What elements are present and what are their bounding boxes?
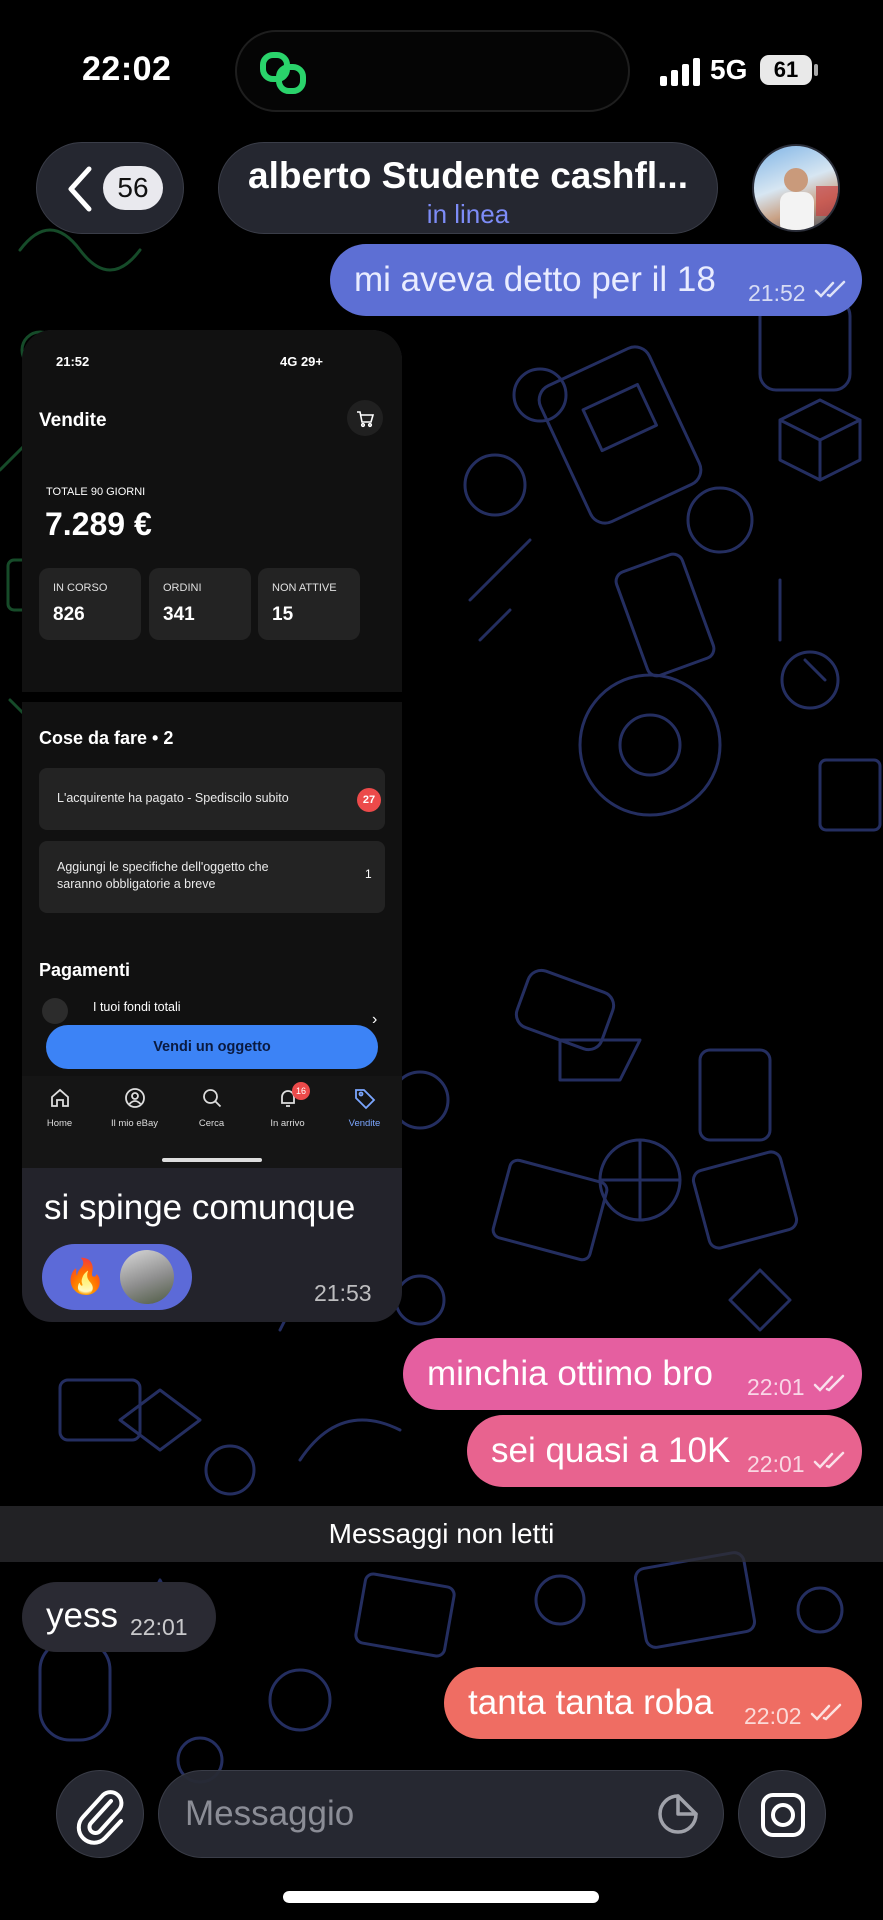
message-time: 22:01 bbox=[747, 1374, 805, 1400]
screenshot-home-indicator bbox=[162, 1158, 262, 1162]
avatar-photo bbox=[780, 168, 838, 230]
ebay-screenshot[interactable]: 21:52 4G 29+ Vendite TOTALE 90 GIORNI 7.… bbox=[22, 330, 402, 1168]
total-value: 7.289 € bbox=[45, 506, 152, 542]
sales-title: Vendite bbox=[39, 410, 107, 431]
bottom-nav: Home Il mio eBay Cerca 16 In arrivo Vend… bbox=[22, 1076, 402, 1168]
todo-badge: 27 bbox=[357, 788, 381, 812]
todo-count: 1 bbox=[365, 867, 372, 881]
total-label: TOTALE 90 GIORNI bbox=[46, 486, 146, 498]
double-check-icon bbox=[810, 1703, 842, 1721]
attach-button[interactable] bbox=[56, 1770, 144, 1858]
home-icon bbox=[50, 1088, 69, 1107]
message-outgoing[interactable]: tanta tanta roba 22:02 bbox=[444, 1667, 862, 1739]
link-app-icon bbox=[260, 52, 306, 94]
message-text: minchia ottimo bro bbox=[427, 1354, 713, 1393]
sell-item-button: Vendi un oggetto bbox=[46, 1025, 378, 1069]
stat-value: 15 bbox=[272, 604, 294, 625]
stat-label: NON ATTIVE bbox=[272, 582, 337, 594]
todo-text: L'acquirente ha pagato - Spediscilo subi… bbox=[57, 791, 289, 805]
nav-label: Il mio eBay bbox=[111, 1118, 158, 1129]
nav-badge: 16 bbox=[292, 1082, 310, 1100]
todo-text: Aggiungi le specifiche dell'oggetto che … bbox=[57, 860, 269, 891]
message-outgoing[interactable]: minchia ottimo bro 22:01 bbox=[403, 1338, 862, 1410]
camera-button[interactable] bbox=[738, 1770, 826, 1858]
message-text: tanta tanta roba bbox=[468, 1683, 714, 1722]
chat-title: alberto Studente cashfl... bbox=[248, 155, 688, 196]
nav-search: Cerca bbox=[174, 1086, 249, 1129]
todo-title: Cose da fare • 2 bbox=[39, 728, 174, 748]
nav-label: In arrivo bbox=[270, 1118, 305, 1129]
message-time: 21:53 bbox=[314, 1280, 372, 1306]
divider bbox=[22, 692, 402, 702]
todo-item: L'acquirente ha pagato - Spediscilo subi… bbox=[39, 768, 385, 830]
stat-value: 826 bbox=[53, 604, 85, 625]
sticker-icon[interactable] bbox=[656, 1792, 700, 1836]
stat-in-progress: IN CORSO 826 bbox=[39, 568, 141, 640]
camera-icon bbox=[761, 1793, 805, 1837]
nav-label: Home bbox=[46, 1118, 73, 1129]
tag-icon bbox=[354, 1089, 375, 1110]
message-time: 22:01 bbox=[747, 1451, 805, 1477]
payments-item: I tuoi fondi totali bbox=[93, 1000, 181, 1014]
double-check-icon bbox=[813, 1374, 845, 1392]
nav-home: Home bbox=[22, 1086, 97, 1129]
nav-my-ebay: Il mio eBay bbox=[97, 1086, 172, 1129]
unread-messages-divider: Messaggi non letti bbox=[0, 1506, 883, 1562]
fire-reaction-icon: 🔥 bbox=[64, 1258, 107, 1296]
status-time: 22:02 bbox=[82, 50, 172, 88]
stat-label: ORDINI bbox=[163, 582, 202, 594]
network-type: 5G bbox=[710, 54, 748, 85]
battery-icon: 61 bbox=[760, 55, 812, 85]
wallet-icon bbox=[42, 998, 68, 1024]
message-text: mi aveva detto per il 18 bbox=[354, 260, 716, 299]
double-check-icon bbox=[814, 280, 846, 298]
reactor-avatar bbox=[120, 1250, 174, 1304]
payments-title: Pagamenti bbox=[39, 960, 131, 980]
home-indicator bbox=[283, 1891, 599, 1903]
message-text: sei quasi a 10K bbox=[491, 1431, 731, 1470]
message-text: si spinge comunque bbox=[44, 1188, 356, 1227]
nav-label: Cerca bbox=[198, 1118, 225, 1129]
search-icon bbox=[202, 1089, 221, 1108]
unread-count-badge: 56 bbox=[103, 166, 163, 210]
message-outgoing[interactable]: mi aveva detto per il 18 21:52 bbox=[330, 244, 862, 316]
message-time: 22:01 bbox=[130, 1614, 188, 1640]
screenshot-status-bar: 21:52 4G 29+ bbox=[22, 330, 402, 380]
stat-label: IN CORSO bbox=[53, 582, 108, 594]
battery-tip bbox=[814, 64, 818, 76]
message-input[interactable] bbox=[158, 1770, 724, 1858]
nav-label: Vendite bbox=[348, 1118, 381, 1129]
screenshot-network: 4G 29+ bbox=[280, 354, 324, 369]
dynamic-island bbox=[235, 30, 630, 112]
message-text: yess bbox=[46, 1596, 118, 1635]
todo-item: Aggiungi le specifiche dell'oggetto che … bbox=[39, 841, 385, 913]
stat-inactive: NON ATTIVE 15 bbox=[258, 568, 360, 640]
message-outgoing[interactable]: sei quasi a 10K 22:01 bbox=[467, 1415, 862, 1487]
message-time: 21:52 bbox=[748, 280, 806, 306]
message-incoming-media[interactable]: 21:52 4G 29+ Vendite TOTALE 90 GIORNI 7.… bbox=[22, 330, 402, 1322]
contact-avatar[interactable] bbox=[752, 144, 840, 232]
chat-status: in linea bbox=[426, 199, 510, 229]
chevron-right-icon: › bbox=[372, 1011, 378, 1028]
back-button[interactable]: 56 bbox=[36, 142, 184, 234]
nav-inbox: 16 In arrivo bbox=[250, 1082, 325, 1129]
stat-value: 341 bbox=[163, 604, 195, 625]
stat-orders: ORDINI 341 bbox=[149, 568, 251, 640]
chat-header[interactable]: alberto Studente cashfl... in linea bbox=[218, 142, 718, 234]
attach-icon bbox=[76, 1790, 124, 1845]
reaction-pill[interactable]: 🔥 bbox=[42, 1244, 192, 1310]
cart-icon bbox=[347, 400, 383, 436]
back-chevron-icon bbox=[68, 166, 92, 212]
nav-selling: Vendite bbox=[327, 1086, 402, 1129]
signal-icon bbox=[660, 58, 700, 86]
profile-icon bbox=[124, 1088, 145, 1108]
message-time: 22:02 bbox=[744, 1703, 802, 1729]
message-incoming[interactable]: yess 22:01 bbox=[22, 1582, 216, 1652]
double-check-icon bbox=[813, 1451, 845, 1469]
screenshot-time: 21:52 bbox=[56, 354, 90, 369]
